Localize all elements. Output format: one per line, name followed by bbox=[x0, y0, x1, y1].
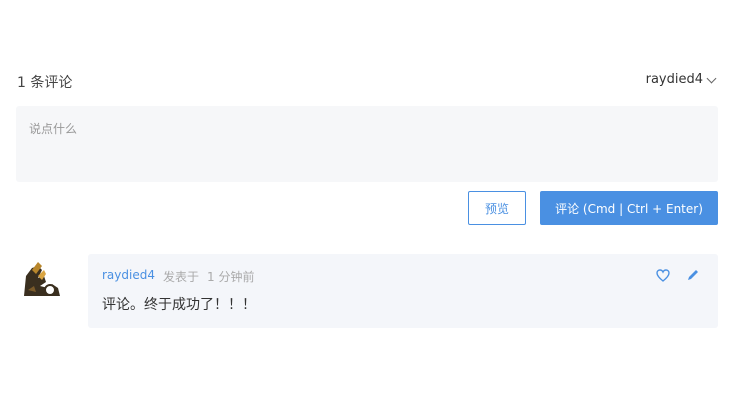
comment-textarea[interactable]: 说点什么 bbox=[16, 106, 718, 182]
comment-placeholder: 说点什么 bbox=[29, 122, 78, 136]
preview-button[interactable]: 预览 bbox=[468, 191, 526, 225]
username-label: raydied4 bbox=[645, 72, 703, 87]
chevron-down-icon bbox=[706, 73, 717, 84]
comments-section: 1 条评论 raydied4 说点什么 预览 评论 (Cmd | Ctrl + … bbox=[0, 0, 743, 403]
preview-button-label: 预览 bbox=[484, 201, 509, 216]
comment-author-link[interactable]: raydied4 bbox=[102, 268, 155, 285]
submit-comment-button[interactable]: 评论 (Cmd | Ctrl + Enter) bbox=[540, 191, 718, 225]
comments-count: 1 条评论 bbox=[17, 75, 73, 91]
comment-card: raydied4 发表于 1 分钟前 评论。终于成功了！！！ bbox=[88, 254, 718, 328]
comment-body: 评论。终于成功了！！！ bbox=[102, 297, 256, 313]
avatar[interactable] bbox=[18, 256, 64, 302]
like-button[interactable] bbox=[656, 268, 670, 282]
comment-time[interactable]: 1 分钟前 bbox=[207, 268, 254, 285]
submit-button-label: 评论 (Cmd | Ctrl + Enter) bbox=[555, 201, 703, 216]
edit-button[interactable] bbox=[686, 268, 700, 282]
comment-meta: raydied4 发表于 1 分钟前 bbox=[102, 268, 254, 285]
heart-icon bbox=[656, 268, 670, 282]
comment-action: 发表于 bbox=[162, 270, 199, 284]
comment-actions bbox=[656, 268, 700, 282]
user-menu[interactable]: raydied4 bbox=[645, 72, 717, 87]
pencil-icon bbox=[688, 270, 698, 280]
avatar-image bbox=[18, 256, 64, 302]
